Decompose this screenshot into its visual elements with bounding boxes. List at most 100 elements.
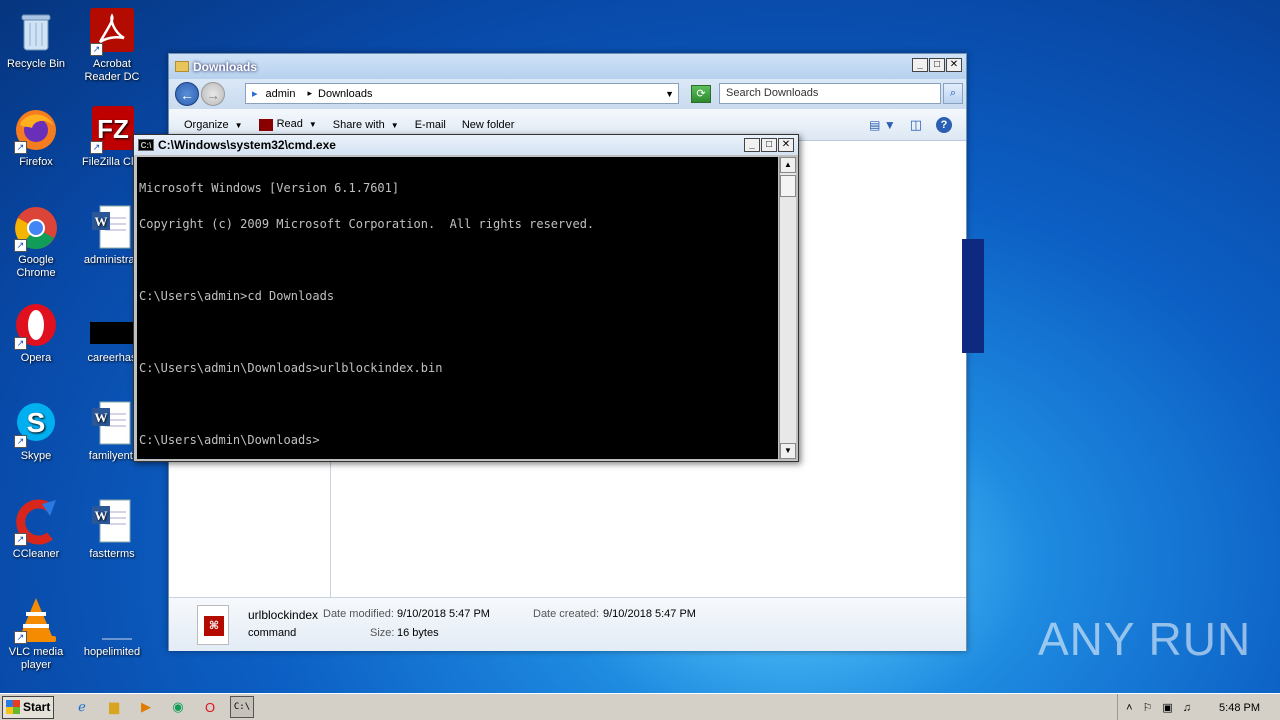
forward-button[interactable]: → xyxy=(201,82,225,106)
details-size: 16 bytes xyxy=(397,627,439,639)
cmd-line: Microsoft Windows [Version 6.1.7601] xyxy=(139,181,400,195)
share-with-button[interactable]: Share with ▼ xyxy=(333,119,399,131)
svg-text:FZ: FZ xyxy=(97,114,129,144)
cmd-line xyxy=(139,398,776,410)
desktop-icon-acrobat[interactable]: ↗ Acrobat Reader DC xyxy=(76,8,148,84)
cmd-window-controls: _ □ ✕ xyxy=(744,138,794,152)
explorer-window-controls: _ □ ✕ xyxy=(912,58,962,72)
minimize-button[interactable]: _ xyxy=(744,138,760,152)
address-field[interactable]: ▸ admin ▸ Downloads ▼ xyxy=(245,83,679,104)
windows-logo-icon xyxy=(6,700,20,714)
help-icon[interactable]: ? xyxy=(936,116,952,133)
scroll-up-icon[interactable]: ▲ xyxy=(780,157,796,173)
taskbar: Start ℯ ▆ ▶ ◉ O C:\ ˄ ⚐ ▣ ♫ 5:48 PM xyxy=(0,693,1280,720)
shortcut-arrow-icon: ↗ xyxy=(14,239,27,252)
chevron-down-icon[interactable]: ▼ xyxy=(665,89,674,99)
svg-text:S: S xyxy=(27,407,46,438)
shortcut-arrow-icon: ↗ xyxy=(14,141,27,154)
view-options-icon[interactable]: ▤ ▼ xyxy=(869,118,896,132)
cmd-line: C:\Users\admin\Downloads>urlblockindex.b… xyxy=(139,361,443,375)
minimize-button[interactable]: _ xyxy=(912,58,928,72)
details-pane: ⌘ urlblockindex command Date modified: 9… xyxy=(169,597,966,651)
desktop-icon-label: VLC media player xyxy=(8,646,64,671)
details-file-type: command xyxy=(248,627,297,639)
maximize-button[interactable]: □ xyxy=(761,138,777,152)
start-label: Start xyxy=(23,700,51,714)
clock[interactable]: 5:48 PM xyxy=(1219,702,1260,714)
pdf-icon: ⌘ xyxy=(204,616,224,636)
desktop-icon-fastterms[interactable]: W fastterms xyxy=(76,498,148,561)
cmd-line xyxy=(139,326,776,338)
explorer-title-bar[interactable]: Downloads xyxy=(169,54,966,79)
network-icon[interactable]: ▣ xyxy=(1162,701,1172,714)
chrome-taskbar-icon[interactable]: ◉ xyxy=(166,696,190,718)
breadcrumb-admin[interactable]: admin xyxy=(266,88,296,100)
desktop-icon-label: Recycle Bin xyxy=(6,58,66,70)
breadcrumb-downloads[interactable]: Downloads xyxy=(318,88,372,100)
maximize-button[interactable]: □ xyxy=(929,58,945,72)
organize-button[interactable]: Organize ▼ xyxy=(184,119,243,131)
email-button[interactable]: E-mail xyxy=(415,119,446,131)
shortcut-arrow-icon: ↗ xyxy=(14,435,27,448)
search-input[interactable]: Search Downloads xyxy=(719,83,941,104)
desktop-icon-skype[interactable]: S ↗ Skype xyxy=(0,400,72,463)
folder-icon: ▸ xyxy=(252,88,258,100)
shortcut-arrow-icon: ↗ xyxy=(90,43,103,56)
cmd-scrollbar[interactable]: ▲ ▼ xyxy=(779,157,796,459)
close-button[interactable]: ✕ xyxy=(778,138,794,152)
close-button[interactable]: ✕ xyxy=(946,58,962,72)
desktop-icon-ccleaner[interactable]: ↗ CCleaner xyxy=(0,498,72,561)
chevron-right-icon: ▸ xyxy=(307,88,313,98)
filezilla-icon: FZ ↗ xyxy=(88,106,136,154)
ie-icon[interactable]: ℯ xyxy=(70,696,94,718)
back-button[interactable]: ← xyxy=(175,82,199,106)
scroll-down-icon[interactable]: ▼ xyxy=(780,443,796,459)
search-icon[interactable]: ⌕ xyxy=(943,83,963,104)
desktop-icon-label: CCleaner xyxy=(12,548,60,560)
preview-pane-icon[interactable]: ◫ xyxy=(910,117,922,133)
desktop-icon-chrome[interactable]: ↗ Google Chrome xyxy=(0,204,72,280)
word-doc-icon: W xyxy=(88,498,136,546)
ccleaner-icon: ↗ xyxy=(12,498,60,546)
read-button[interactable]: Read ▼ xyxy=(258,118,317,131)
desktop-icon-vlc[interactable]: ↗ VLC media player xyxy=(0,596,72,672)
acrobat-icon: ↗ xyxy=(88,8,136,56)
volume-icon[interactable]: ♫ xyxy=(1183,702,1191,714)
svg-text:W: W xyxy=(95,214,108,229)
scroll-thumb[interactable] xyxy=(780,175,796,197)
refresh-button[interactable]: ⟳ xyxy=(691,85,711,103)
desktop-icon-firefox[interactable]: ↗ Firefox xyxy=(0,106,72,169)
explorer-address-bar: ← → ▸ admin ▸ Downloads ▼ ⟳ Search Downl… xyxy=(169,79,966,109)
desktop-icon-label: Google Chrome xyxy=(16,254,56,279)
opera-taskbar-icon[interactable]: O xyxy=(198,696,222,718)
explorer-taskbar-icon[interactable]: ▆ xyxy=(102,696,126,718)
desktop-icon-label: fastterms xyxy=(89,548,135,560)
chevron-up-icon[interactable]: ˄ xyxy=(1126,702,1132,714)
skype-icon: S ↗ xyxy=(12,400,60,448)
desktop-icon-label: Acrobat Reader DC xyxy=(84,58,140,83)
cmd-output[interactable]: Microsoft Windows [Version 6.1.7601] Cop… xyxy=(137,157,778,459)
new-folder-button[interactable]: New folder xyxy=(462,119,515,131)
folder-icon xyxy=(175,61,189,72)
desktop-icon-label: Firefox xyxy=(19,156,53,168)
desktop-icon-opera[interactable]: ↗ Opera xyxy=(0,302,72,365)
cmd-window[interactable]: C:\ C:\Windows\system32\cmd.exe _ □ ✕ Mi… xyxy=(133,134,799,462)
desktop-icon-label: Skype xyxy=(20,450,52,462)
cmd-line: Copyright (c) 2009 Microsoft Corporation… xyxy=(139,217,595,231)
action-center-flag-icon[interactable]: ⚐ xyxy=(1143,701,1153,714)
desktop-icon-hopelimited[interactable]: hopelimited xyxy=(76,596,148,659)
cmd-title-bar[interactable]: C:\ C:\Windows\system32\cmd.exe xyxy=(134,135,798,155)
cmd-taskbar-icon[interactable]: C:\ xyxy=(230,696,254,718)
cmd-title: C:\Windows\system32\cmd.exe xyxy=(158,138,336,152)
desktop-icon-label: hopelimited xyxy=(83,646,141,658)
media-player-icon[interactable]: ▶ xyxy=(134,696,158,718)
start-button[interactable]: Start xyxy=(2,695,54,719)
word-doc-icon: W xyxy=(88,204,136,252)
cmd-line xyxy=(139,254,776,266)
desktop-icon-recycle-bin[interactable]: Recycle Bin xyxy=(0,8,72,71)
file-thumbnail-preview xyxy=(962,239,984,353)
opera-icon: ↗ xyxy=(12,302,60,350)
chevron-down-icon: ▼ xyxy=(390,120,399,130)
pdf-icon xyxy=(258,118,273,131)
shortcut-arrow-icon: ↗ xyxy=(90,141,103,154)
